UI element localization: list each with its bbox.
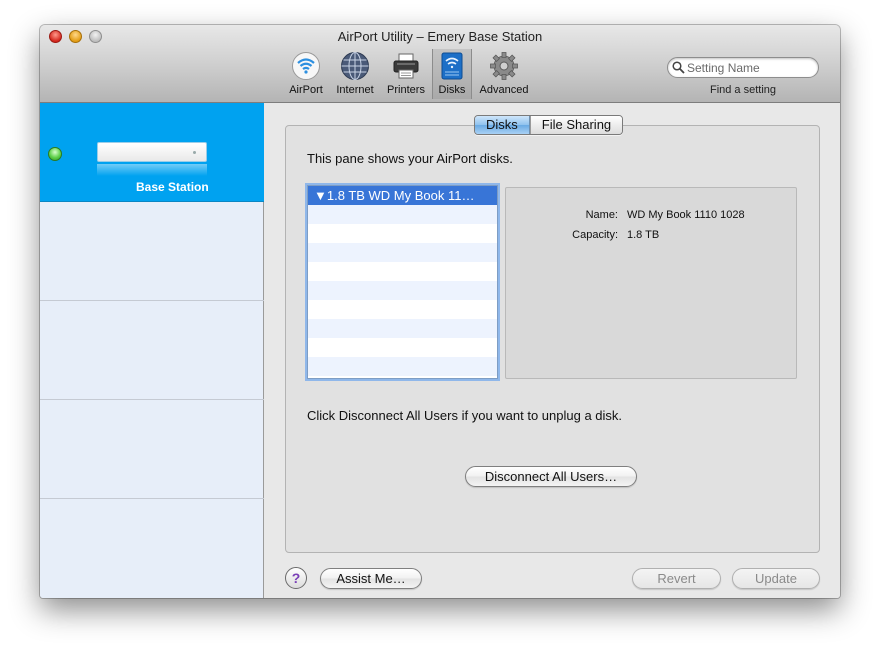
toolbar-label: Disks — [438, 84, 466, 96]
title-bar: AirPort Utility – Emery Base Station Air… — [40, 25, 840, 103]
setting-search-field[interactable]: Setting Name — [667, 57, 819, 78]
disk-list-empty-row — [308, 300, 497, 319]
disk-list-empty-row — [308, 338, 497, 357]
search-caption: Find a setting — [709, 84, 777, 96]
toolbar-airport[interactable]: AirPort — [284, 49, 328, 99]
toolbar-label: Advanced — [479, 84, 529, 96]
sidebar-empty-row — [40, 301, 264, 400]
disk-list-empty-row — [308, 319, 497, 338]
update-button[interactable]: Update — [732, 568, 820, 589]
printer-icon — [393, 53, 419, 79]
search-icon — [672, 61, 685, 74]
disk-list-empty-row — [308, 357, 497, 376]
disk-list[interactable]: ▼1.8 TB WD My Book 11… — [307, 185, 498, 379]
help-button[interactable]: ? — [285, 567, 307, 589]
globe-icon — [341, 52, 369, 80]
disk-details-panel: Name: WD My Book 1110 1028 Capacity: 1.8… — [505, 187, 797, 379]
window-title: AirPort Utility – Emery Base Station — [337, 29, 543, 44]
toolbar-internet[interactable]: Internet — [331, 49, 379, 99]
pane-description: This pane shows your AirPort disks. — [307, 151, 513, 166]
toolbar-label: Internet — [336, 84, 374, 96]
device-sidebar: Base Station — [40, 103, 264, 598]
disk-name-label: Name: — [585, 209, 618, 221]
gear-icon — [490, 52, 518, 80]
disk-icon — [441, 52, 463, 80]
settings-pane: Disks File Sharing This pane shows your … — [265, 103, 840, 598]
assist-me-button[interactable]: Assist Me… — [320, 568, 422, 589]
airport-utility-window: AirPort Utility – Emery Base Station Air… — [40, 25, 840, 598]
sidebar-item-label: Base Station — [136, 180, 209, 194]
toolbar-printers[interactable]: Printers — [382, 49, 430, 99]
disconnect-all-users-button[interactable]: Disconnect All Users… — [465, 466, 637, 487]
airport-wifi-icon — [292, 52, 320, 80]
disk-list-empty-row — [308, 205, 497, 224]
revert-button[interactable]: Revert — [632, 568, 721, 589]
tab-control: Disks File Sharing — [474, 115, 624, 135]
search-placeholder: Setting Name — [687, 61, 760, 75]
disk-list-empty-row — [308, 281, 497, 300]
disk-list-empty-row — [308, 262, 497, 281]
tab-file-sharing[interactable]: File Sharing — [529, 116, 623, 134]
disk-list-item[interactable]: ▼1.8 TB WD My Book 11… — [308, 186, 497, 205]
disk-capacity-label: Capacity: — [572, 229, 618, 241]
toolbar-advanced[interactable]: Advanced — [475, 49, 533, 99]
status-online-icon — [48, 147, 62, 161]
sidebar-empty-row — [40, 202, 264, 301]
toolbar-label: AirPort — [289, 84, 323, 96]
disk-list-empty-row — [308, 243, 497, 262]
disk-list-empty-row — [308, 224, 497, 243]
toolbar-label: Printers — [387, 84, 425, 96]
disconnect-hint: Click Disconnect All Users if you want t… — [307, 408, 623, 423]
toolbar-disks[interactable]: Disks — [432, 49, 472, 99]
sidebar-empty-row — [40, 400, 264, 499]
disk-name-value: WD My Book 1110 1028 — [627, 209, 745, 221]
tab-disks[interactable]: Disks — [475, 116, 530, 134]
sidebar-item-base-station[interactable]: Base Station — [40, 103, 264, 202]
disk-capacity-value: 1.8 TB — [627, 229, 660, 241]
base-station-device-icon — [97, 142, 207, 178]
